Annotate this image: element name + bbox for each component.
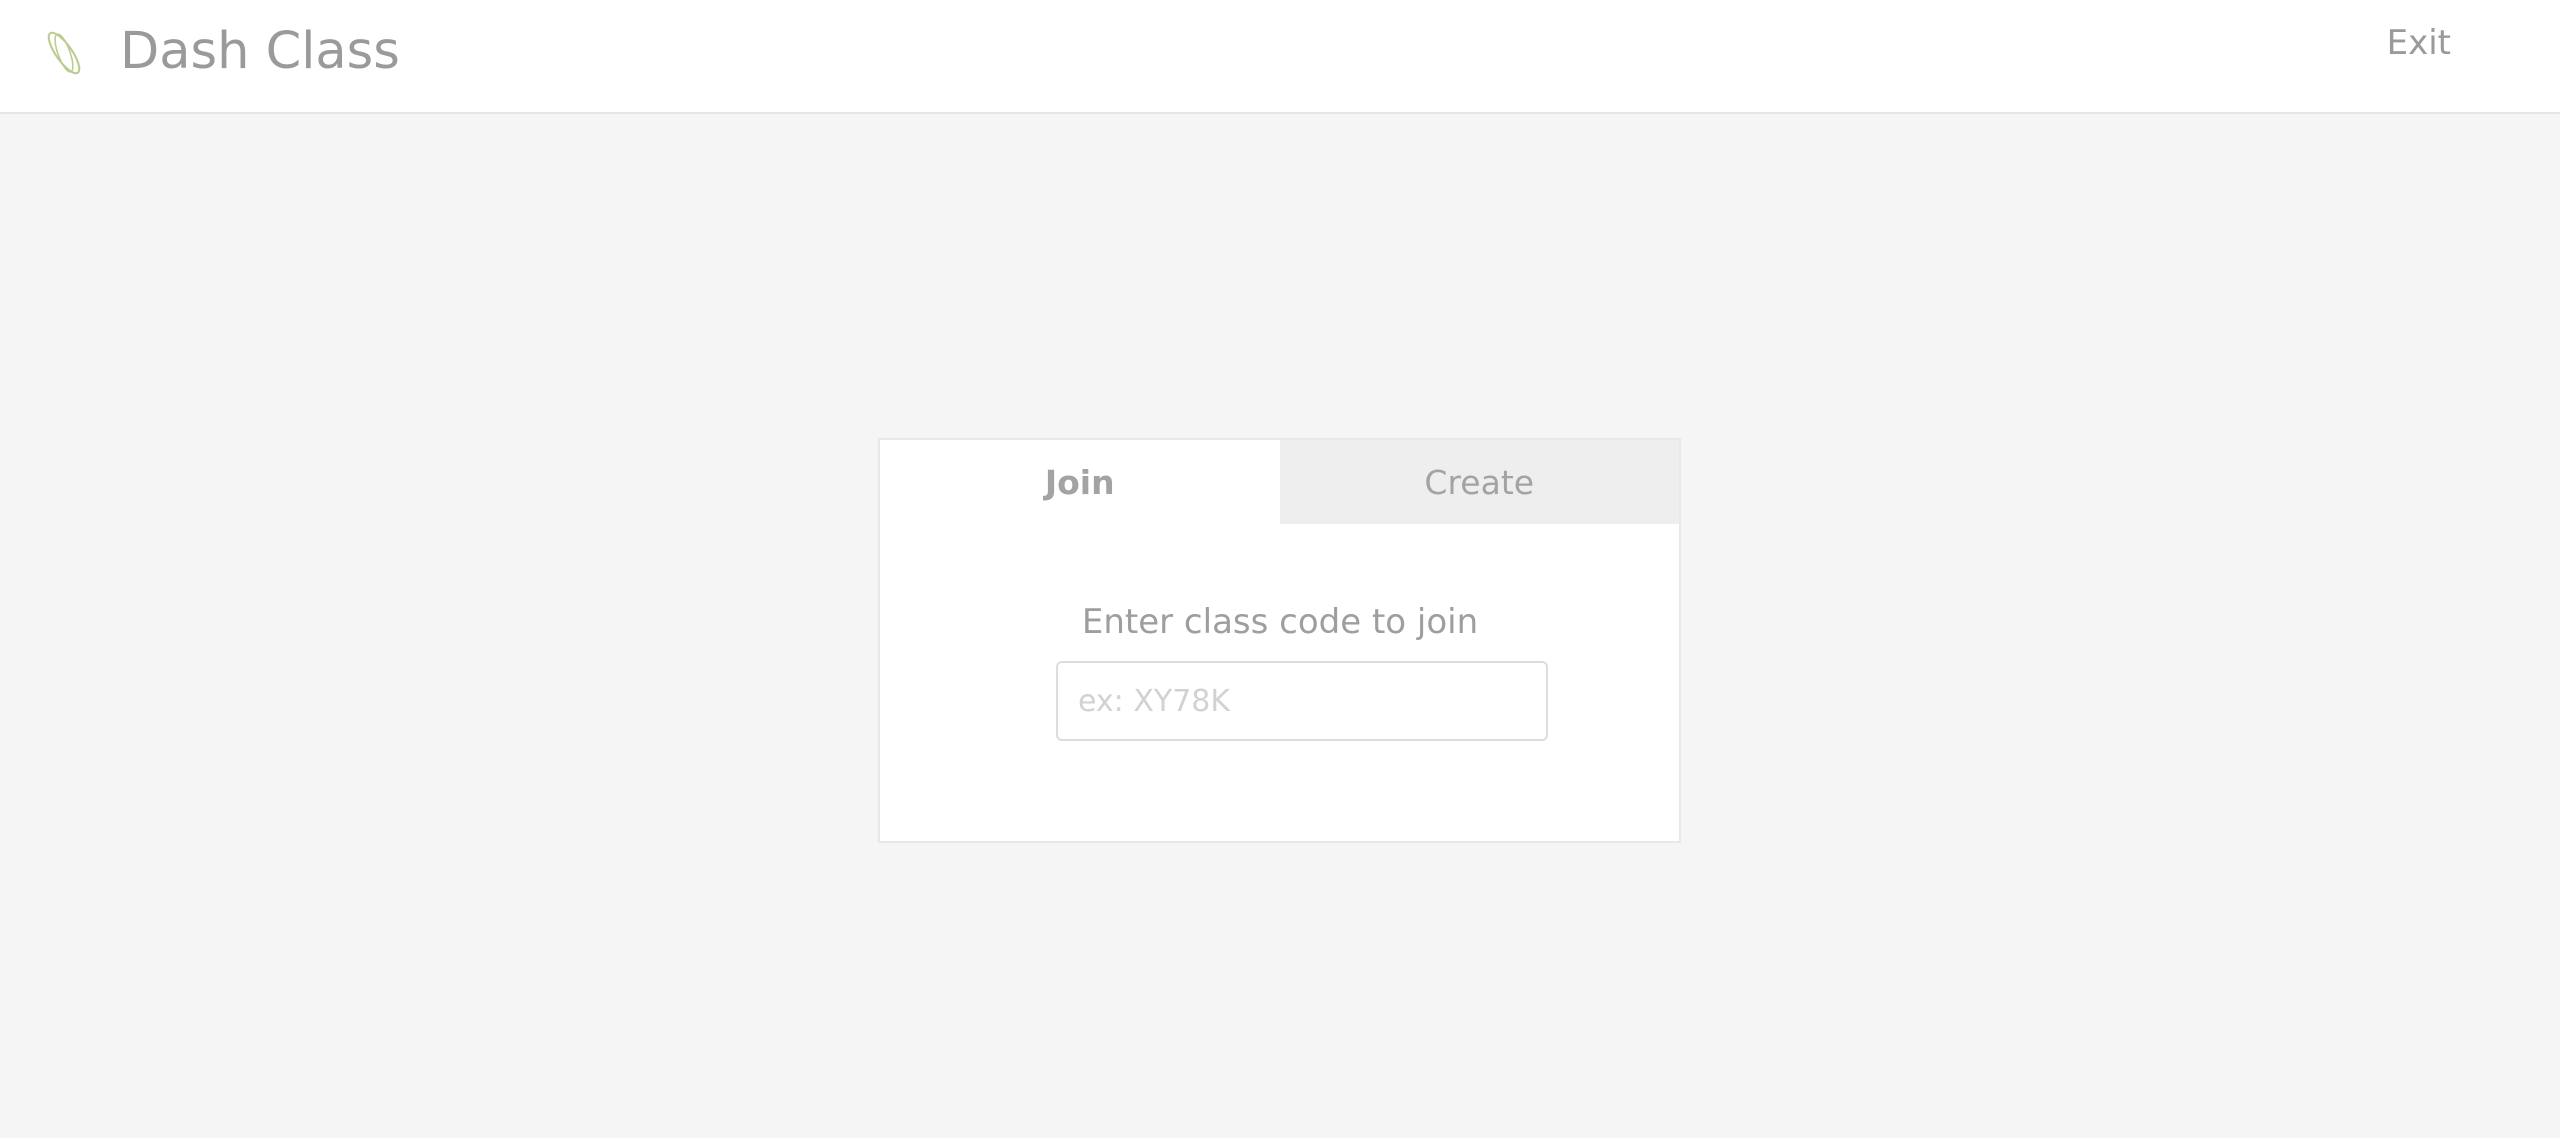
- join-prompt: Enter class code to join: [1081, 602, 1479, 642]
- tab-create[interactable]: Create: [1279, 440, 1679, 524]
- exit-link[interactable]: Exit: [2387, 20, 2451, 66]
- top-bar: Dash Class Exit: [0, 0, 2560, 114]
- tab-join[interactable]: Join: [880, 440, 1280, 524]
- app-title: Dash Class: [120, 22, 400, 81]
- class-code-input[interactable]: [1056, 661, 1548, 741]
- tab-bar: Join Create: [880, 440, 1679, 524]
- logo-icon: [47, 31, 81, 75]
